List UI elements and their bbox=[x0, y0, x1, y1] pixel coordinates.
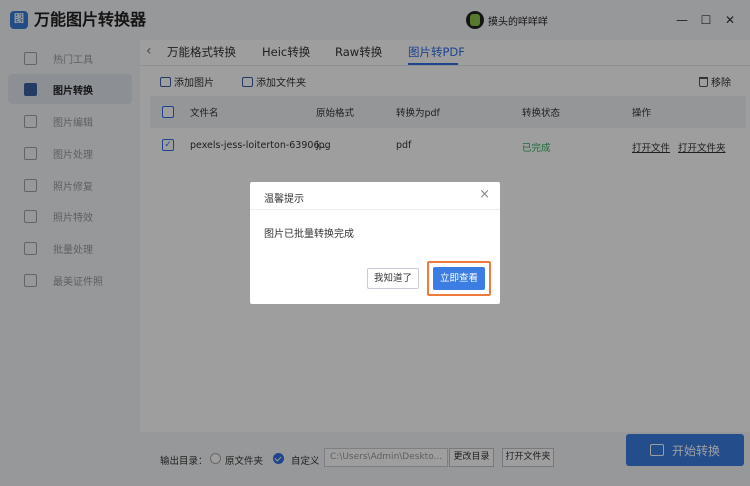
dialog-message: 图片已批量转换完成 bbox=[264, 229, 354, 240]
dialog-header: 温馨提示 × bbox=[250, 182, 500, 210]
completion-dialog: 温馨提示 × 图片已批量转换完成 我知道了 立即查看 bbox=[250, 182, 500, 304]
dialog-title: 温馨提示 bbox=[264, 194, 304, 205]
acknowledge-button[interactable]: 我知道了 bbox=[367, 268, 419, 289]
close-icon[interactable]: × bbox=[479, 187, 490, 202]
view-now-button[interactable]: 立即查看 bbox=[433, 267, 485, 290]
